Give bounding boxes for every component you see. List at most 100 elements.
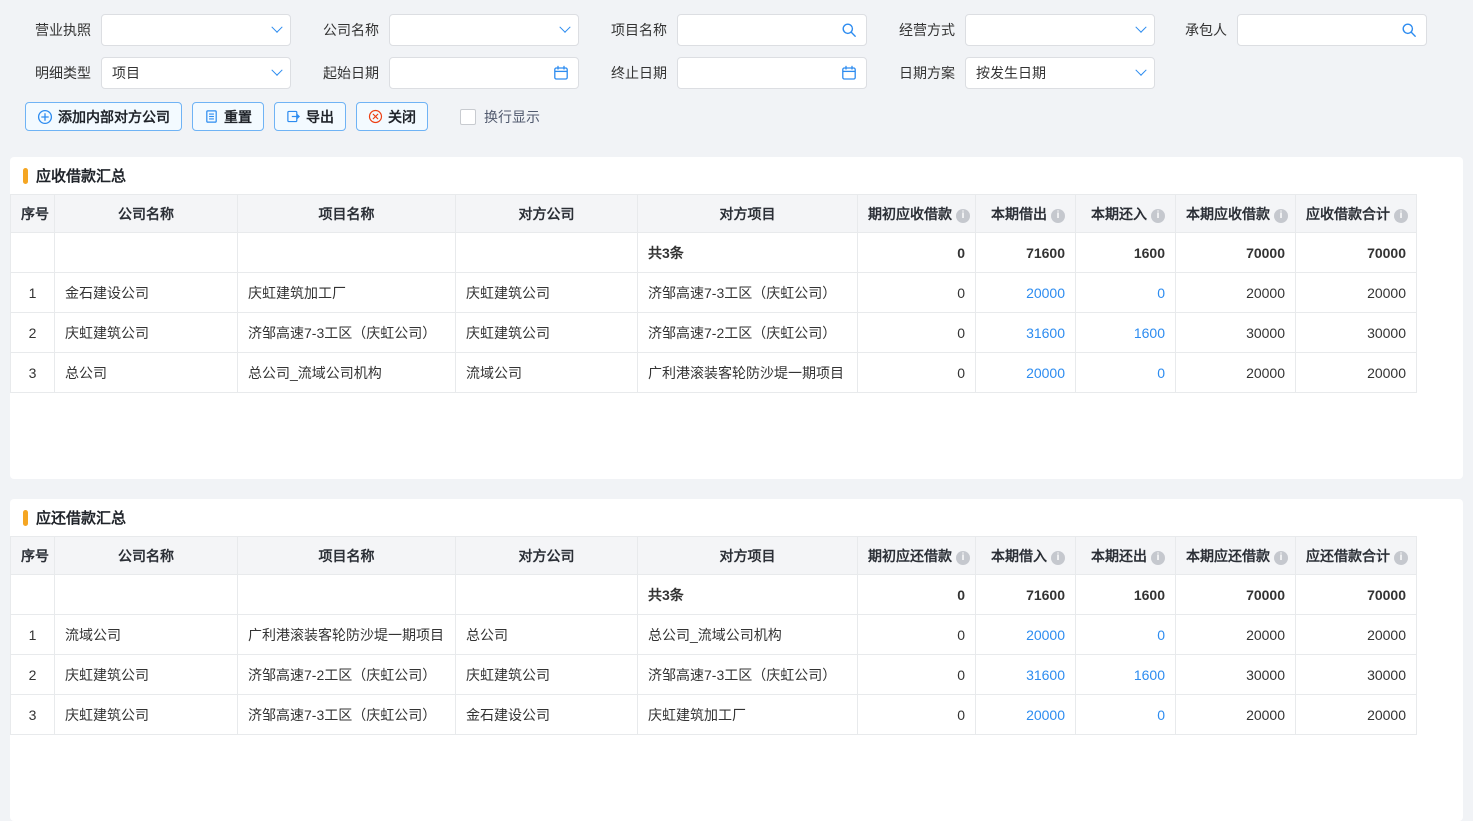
payable-panel: 应还借款汇总 序号 公司名称 项目名称 对方公司 对方项目 期初应还借款 本期借… bbox=[10, 499, 1463, 821]
col-project: 项目名称 bbox=[238, 537, 456, 575]
contractor-input-wrap[interactable] bbox=[1237, 14, 1427, 46]
info-icon[interactable] bbox=[1394, 209, 1408, 223]
business-license-select[interactable] bbox=[101, 14, 291, 46]
date-scheme-select[interactable]: 按发生日期 bbox=[965, 57, 1155, 89]
table-row: 1 金石建设公司 庆虹建筑加工厂 庆虹建筑公司 济邹高速7-3工区（庆虹公司） … bbox=[11, 273, 1417, 313]
end-date-input-wrap[interactable] bbox=[677, 57, 867, 89]
payable-title-text: 应还借款汇总 bbox=[36, 507, 126, 528]
end-date-label: 终止日期 bbox=[601, 63, 667, 83]
date-scheme-label: 日期方案 bbox=[889, 63, 955, 83]
start-date-input-wrap[interactable] bbox=[389, 57, 579, 89]
add-internal-counterparty-button[interactable]: 添加内部对方公司 bbox=[25, 102, 182, 131]
receivable-panel: 应收借款汇总 序号 公司名称 项目名称 对方公司 对方项目 期初应收借款 本期借… bbox=[10, 157, 1463, 479]
start-date-label: 起始日期 bbox=[313, 63, 379, 83]
contractor-input[interactable] bbox=[1248, 16, 1401, 44]
col-flow1: 本期借出 bbox=[976, 195, 1076, 233]
filter-contractor: 承包人 bbox=[1177, 14, 1427, 46]
receivable-title-text: 应收借款汇总 bbox=[36, 165, 126, 186]
filter-date-scheme: 日期方案 按发生日期 bbox=[889, 57, 1155, 89]
record-count: 共3条 bbox=[638, 575, 858, 615]
amount-link[interactable]: 1600 bbox=[1134, 667, 1165, 683]
record-count: 共3条 bbox=[638, 233, 858, 273]
chevron-down-icon bbox=[271, 22, 282, 33]
date-scheme-value: 按发生日期 bbox=[976, 63, 1137, 83]
reset-button-label: 重置 bbox=[224, 107, 252, 127]
receivable-summary-row: 共3条 0 71600 1600 70000 70000 bbox=[11, 233, 1417, 273]
table-row: 3 庆虹建筑公司 济邹高速7-3工区（庆虹公司） 金石建设公司 庆虹建筑加工厂 … bbox=[11, 695, 1417, 735]
receivable-header-row: 序号 公司名称 项目名称 对方公司 对方项目 期初应收借款 本期借出 本期还入 … bbox=[11, 195, 1417, 233]
table-row: 2 庆虹建筑公司 济邹高速7-2工区（庆虹公司） 庆虹建筑公司 济邹高速7-3工… bbox=[11, 655, 1417, 695]
close-button[interactable]: 关闭 bbox=[356, 102, 428, 131]
checkbox-icon[interactable] bbox=[460, 109, 476, 125]
project-name-input[interactable] bbox=[688, 16, 841, 44]
filter-operation-mode: 经营方式 bbox=[889, 14, 1155, 46]
filter-panel: 营业执照 公司名称 项目名称 经营方式 bbox=[0, 0, 1473, 89]
amount-link[interactable]: 20000 bbox=[1026, 707, 1065, 723]
info-icon[interactable] bbox=[1274, 209, 1288, 223]
close-button-label: 关闭 bbox=[388, 107, 416, 127]
info-icon[interactable] bbox=[1274, 551, 1288, 565]
detail-type-value: 项目 bbox=[112, 63, 273, 83]
info-icon[interactable] bbox=[1051, 209, 1065, 223]
wrap-display-checkbox[interactable]: 换行显示 bbox=[460, 107, 540, 127]
info-icon[interactable] bbox=[956, 551, 970, 565]
amount-link[interactable]: 20000 bbox=[1026, 285, 1065, 301]
business-license-label: 营业执照 bbox=[25, 20, 91, 40]
detail-type-select[interactable]: 项目 bbox=[101, 57, 291, 89]
contractor-label: 承包人 bbox=[1177, 20, 1227, 40]
receivable-section-title: 应收借款汇总 bbox=[10, 157, 1463, 194]
col-project: 项目名称 bbox=[238, 195, 456, 233]
search-icon bbox=[841, 22, 857, 38]
filter-detail-type: 明细类型 项目 bbox=[25, 57, 291, 89]
col-flow1: 本期借入 bbox=[976, 537, 1076, 575]
amount-link[interactable]: 31600 bbox=[1026, 325, 1065, 341]
info-icon[interactable] bbox=[1051, 551, 1065, 565]
section-marker-icon bbox=[23, 168, 28, 184]
col-company: 公司名称 bbox=[55, 195, 238, 233]
chevron-down-icon bbox=[1135, 65, 1146, 76]
operation-mode-select[interactable] bbox=[965, 14, 1155, 46]
reset-button[interactable]: 重置 bbox=[192, 102, 264, 131]
amount-link[interactable]: 0 bbox=[1157, 627, 1165, 643]
col-flow2: 本期还入 bbox=[1076, 195, 1176, 233]
col-current: 本期应还借款 bbox=[1176, 537, 1296, 575]
payable-header-row: 序号 公司名称 项目名称 对方公司 对方项目 期初应还借款 本期借入 本期还出 … bbox=[11, 537, 1417, 575]
start-date-input[interactable] bbox=[400, 59, 553, 87]
filter-business-license: 营业执照 bbox=[25, 14, 291, 46]
col-seq: 序号 bbox=[11, 537, 55, 575]
company-name-select[interactable] bbox=[389, 14, 579, 46]
export-button-label: 导出 bbox=[306, 107, 334, 127]
wrap-display-label: 换行显示 bbox=[484, 107, 540, 127]
info-icon[interactable] bbox=[1151, 209, 1165, 223]
end-date-input[interactable] bbox=[688, 59, 841, 87]
filter-company-name: 公司名称 bbox=[313, 14, 579, 46]
filter-project-name: 项目名称 bbox=[601, 14, 867, 46]
amount-link[interactable]: 20000 bbox=[1026, 365, 1065, 381]
project-name-label: 项目名称 bbox=[601, 20, 667, 40]
add-button-label: 添加内部对方公司 bbox=[58, 107, 170, 127]
col-flow2: 本期还出 bbox=[1076, 537, 1176, 575]
amount-link[interactable]: 20000 bbox=[1026, 627, 1065, 643]
plus-circle-icon bbox=[37, 109, 53, 125]
chevron-down-icon bbox=[271, 65, 282, 76]
project-name-input-wrap[interactable] bbox=[677, 14, 867, 46]
amount-link[interactable]: 1600 bbox=[1134, 325, 1165, 341]
company-name-label: 公司名称 bbox=[313, 20, 379, 40]
info-icon[interactable] bbox=[1151, 551, 1165, 565]
search-icon bbox=[1401, 22, 1417, 38]
payable-section-title: 应还借款汇总 bbox=[10, 499, 1463, 536]
toolbar: 添加内部对方公司 重置 导出 关闭 换行显示 bbox=[0, 100, 1473, 131]
info-icon[interactable] bbox=[1394, 551, 1408, 565]
info-icon[interactable] bbox=[956, 209, 970, 223]
col-opening: 期初应收借款 bbox=[858, 195, 976, 233]
amount-link[interactable]: 0 bbox=[1157, 707, 1165, 723]
col-total: 应还借款合计 bbox=[1296, 537, 1417, 575]
col-total: 应收借款合计 bbox=[1296, 195, 1417, 233]
amount-link[interactable]: 0 bbox=[1157, 285, 1165, 301]
table-row: 1 流域公司 广利港滚装客轮防沙堤一期项目 总公司 总公司_流域公司机构 0 2… bbox=[11, 615, 1417, 655]
section-marker-icon bbox=[23, 510, 28, 526]
amount-link[interactable]: 0 bbox=[1157, 365, 1165, 381]
col-counter-project: 对方项目 bbox=[638, 195, 858, 233]
amount-link[interactable]: 31600 bbox=[1026, 667, 1065, 683]
export-button[interactable]: 导出 bbox=[274, 102, 346, 131]
